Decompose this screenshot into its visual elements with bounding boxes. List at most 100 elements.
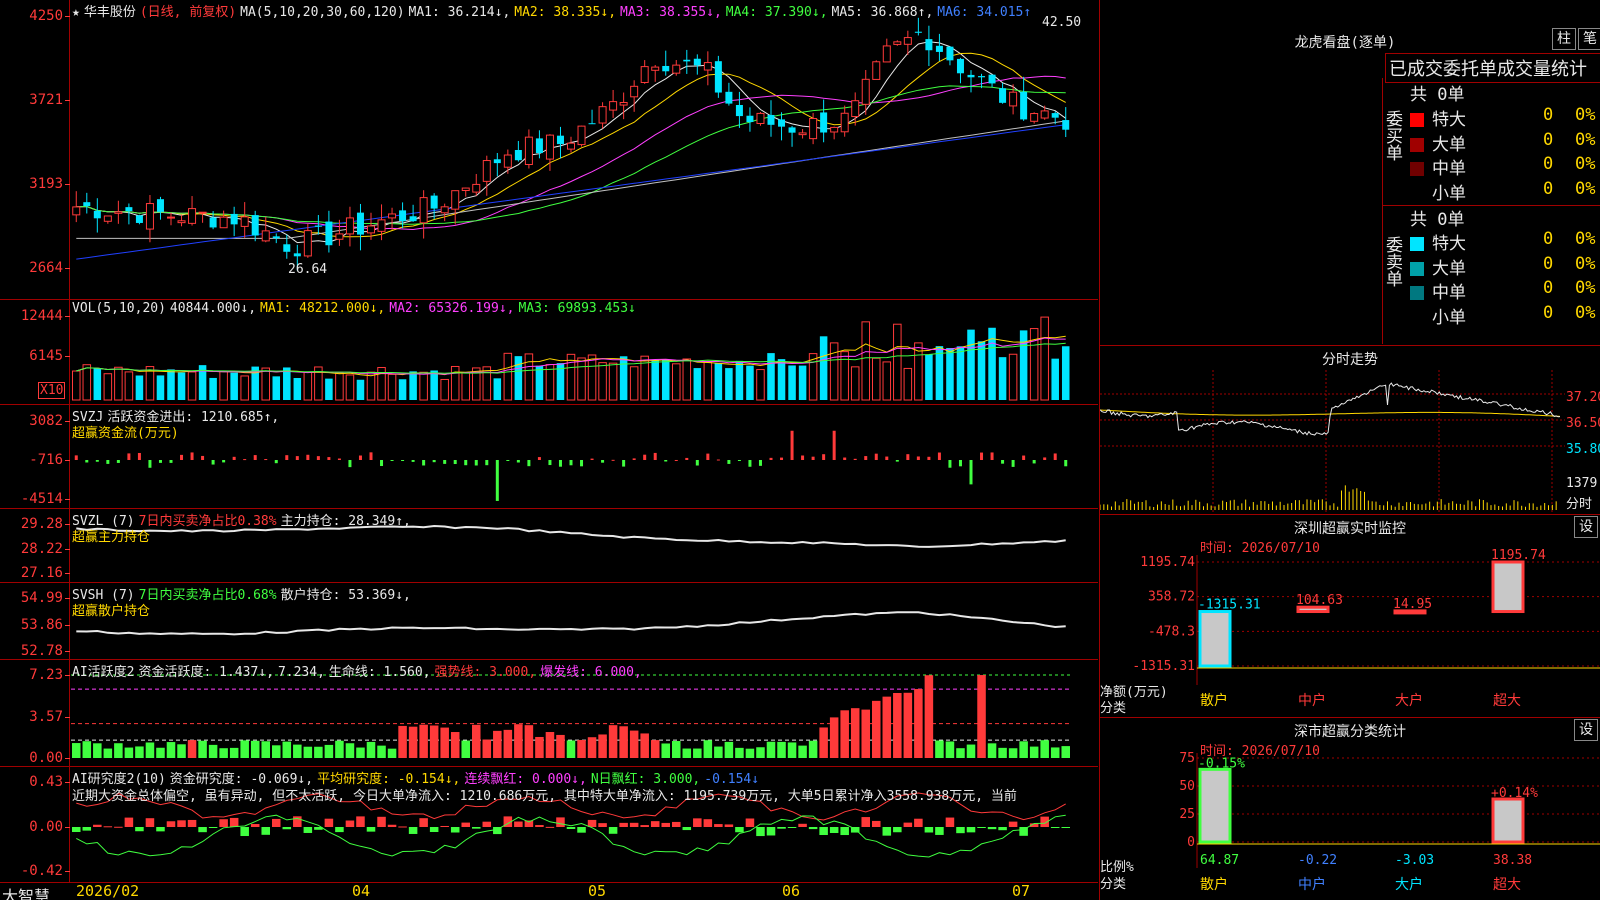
- candle-body: [567, 142, 575, 150]
- activity-bar: [829, 717, 839, 758]
- ai-active-c: 生命线: 1.560,: [328, 665, 431, 680]
- ma-line: [76, 85, 1066, 225]
- volume-bar: [967, 329, 975, 400]
- activity-bar: [882, 696, 892, 758]
- fund-flow-bar: [811, 456, 815, 460]
- research-bar: [693, 818, 702, 827]
- ma4-value: MA4: 37.390↓,: [725, 5, 828, 20]
- fund-flow-bar: [1043, 457, 1047, 460]
- sz-monitor-title: 深圳超赢实时监控: [1294, 521, 1406, 537]
- pen-mode-button[interactable]: 笔: [1578, 28, 1600, 50]
- activity-bar: [872, 700, 881, 758]
- fund-flow-bar: [937, 452, 941, 460]
- ai-active-e: 爆发线: 6.000,: [540, 665, 642, 680]
- volume-bar: [735, 360, 744, 400]
- research-bar: [229, 817, 239, 827]
- sz-monitor-chart[interactable]: 1195.74358.72-478.3-1315.31-1315.31散户104…: [1100, 545, 1600, 717]
- sell-pct: 0%: [1575, 302, 1596, 323]
- lhb-panel: 龙虎看盘(逐单) 柱 笔 已成交委托单成交量统计 委买单 共 0单 特大 0 0% 大…: [1099, 0, 1600, 345]
- volume-bar: [777, 359, 786, 400]
- fund-flow-bar: [874, 453, 878, 460]
- fund-flow-bar: [916, 456, 920, 460]
- fund-flow-bar: [190, 452, 194, 460]
- sell-label: 特大: [1432, 234, 1466, 254]
- fund-flow-bar: [401, 460, 405, 461]
- activity-bar: [324, 744, 334, 758]
- sz-stats-settings-button[interactable]: 设: [1574, 719, 1598, 741]
- research-bar: [903, 822, 913, 827]
- research-bar: [914, 818, 923, 827]
- vol-y-axis: 12444 6145 X10: [0, 300, 71, 404]
- fund-flow-bar: [748, 460, 752, 467]
- color-swatch-icon: [1410, 186, 1424, 201]
- fund-flow-bar: [948, 460, 952, 468]
- volume-panel[interactable]: 12444 6145 X10 VOL(5,10,20) 40844.000↓, MA…: [0, 300, 1098, 405]
- research-bar: [272, 818, 281, 827]
- kline-panel[interactable]: 4250 3721 3193 2664 ★ 华丰股份 (日线, 前复权) MA(5,1…: [0, 0, 1098, 300]
- volume-bar: [219, 370, 228, 401]
- candle-body: [788, 127, 796, 133]
- candlestick-chart[interactable]: [71, 0, 1097, 299]
- kline-ytick: 4250: [29, 8, 70, 24]
- intraday-price-line: [1100, 382, 1561, 436]
- activity-bar: [935, 740, 944, 758]
- brand-label: 大智慧: [2, 887, 51, 900]
- volume-bar: [535, 365, 544, 400]
- intraday-panel[interactable]: 分时走势 37.20 36.50 35.80 1379 分时: [1099, 346, 1600, 514]
- main-force-holding-line: [76, 524, 1066, 548]
- research-bar: [1008, 821, 1018, 827]
- sz-stats-value-label: 64.87: [1200, 853, 1239, 868]
- svsh-panel[interactable]: 54.99 53.86 52.78 SVSH (7) 7日内买卖净占比0.68% 散…: [0, 583, 1098, 660]
- bar-mode-button[interactable]: 柱: [1552, 28, 1576, 50]
- sell-label: 小单: [1432, 307, 1466, 328]
- ma6-value: MA6: 34.015↑: [937, 5, 1032, 20]
- research-bar: [577, 827, 586, 833]
- sell-label: 中单: [1432, 283, 1466, 303]
- sz-stats-chart[interactable]: 75 50 25 0 -0.15% 64.87 散户 -0.22 中户 -3.03 大户 +0.14%…: [1100, 748, 1600, 900]
- volume-bar: [156, 375, 165, 400]
- fund-flow-bar: [211, 460, 215, 465]
- sz-monitor-settings-button[interactable]: 设: [1574, 516, 1598, 538]
- research-bar: [450, 827, 460, 833]
- fund-flow-bar: [801, 455, 805, 460]
- volume-bar: [672, 363, 681, 401]
- activity-bar: [535, 736, 544, 758]
- candle-body: [93, 210, 101, 219]
- research-bar: [1050, 827, 1060, 828]
- kline-mode[interactable]: (日线, 前复权): [140, 5, 236, 20]
- volume-bar: [566, 353, 576, 401]
- volume-bar: [419, 371, 428, 401]
- svzl-ytick: 28.22: [20, 541, 71, 557]
- volume-bar: [882, 361, 892, 401]
- volume-bar: [124, 371, 134, 401]
- candle-body: [419, 197, 428, 224]
- buy-pct: 0%: [1575, 154, 1596, 174]
- research-bar: [440, 825, 449, 827]
- stock-name[interactable]: 华丰股份: [84, 5, 136, 20]
- volume-bar: [756, 369, 765, 401]
- ai-research-panel[interactable]: 0.43 0.00 -0.42 AI研究度2(10) 资金研究度: -0.069↓…: [0, 767, 1098, 882]
- candle-body: [1051, 113, 1059, 118]
- color-swatch-icon: [1410, 113, 1424, 127]
- research-bar: [872, 820, 881, 827]
- activity-bar: [114, 743, 123, 758]
- research-bar: [250, 824, 260, 827]
- activity-bar: [187, 740, 197, 758]
- svzj-panel[interactable]: 3082 -716 -4514 SVZJ 活跃资金进出: 1210.685↑, 超…: [0, 405, 1098, 509]
- volume-bar: [1061, 346, 1070, 400]
- svzl-panel[interactable]: 29.28 28.22 27.16 SVZL (7) 7日内买卖净占比0.38% 主…: [0, 509, 1098, 583]
- sz-monitor-value-label: 1195.74: [1491, 548, 1546, 563]
- activity-bar: [682, 748, 692, 758]
- svsh-ytick: 53.86: [20, 617, 71, 633]
- activity-bar: [577, 739, 586, 758]
- research-bar: [703, 819, 713, 827]
- research-bar: [208, 827, 218, 828]
- research-bar: [829, 827, 839, 834]
- fund-flow-bar: [643, 454, 647, 460]
- sz-stats-ytick: 0: [1187, 835, 1195, 850]
- sz-monitor-category: 散户: [1200, 692, 1228, 709]
- research-bar: [566, 827, 576, 829]
- candle-body: [703, 62, 712, 71]
- intraday-chart[interactable]: [1100, 370, 1565, 512]
- ai-active-panel[interactable]: 7.23 3.57 0.00 AI活跃度2 资金活跃度: 1.437↓, 7.234…: [0, 660, 1098, 767]
